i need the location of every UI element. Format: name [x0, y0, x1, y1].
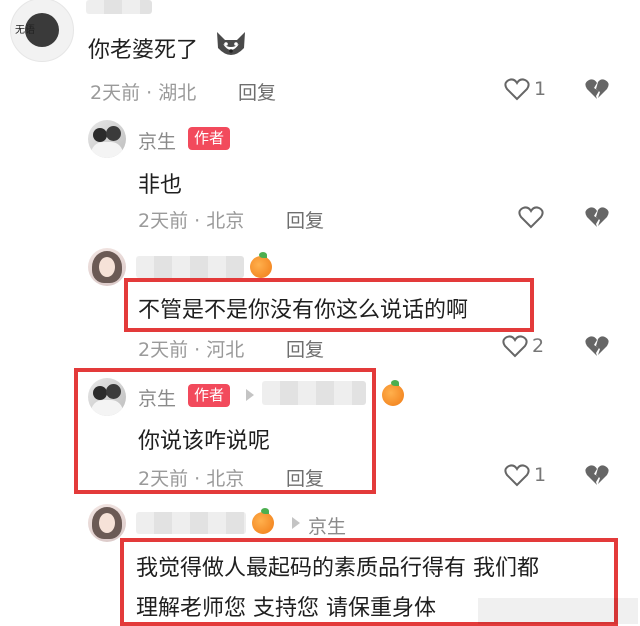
avatar-face [99, 257, 115, 277]
blurred-username [136, 256, 244, 278]
reply3-author-badge: 作者 [188, 384, 231, 407]
orange-emoji-icon [382, 380, 404, 406]
reply3-reply-button[interactable]: 回复 [286, 464, 324, 491]
top-comment-meta: 2天前 · 湖北 [90, 82, 197, 104]
avatar-head-2 [106, 126, 121, 141]
watermark [478, 598, 638, 624]
like-heart-icon[interactable] [518, 205, 544, 229]
reply2-text: 不管是不是你没有你这么说话的啊 [138, 298, 469, 323]
comment-thread: 无语 你老婆死了 2天前 · 湖北 回复 1 京生 作者 非也 2天前 · 北京… [0, 0, 640, 626]
avatar-head-1 [93, 128, 107, 142]
avatar-reply2[interactable] [88, 248, 126, 286]
reply3-author-name[interactable]: 京生 [138, 384, 176, 411]
avatar-jingsheng[interactable] [88, 378, 126, 416]
dislike-broken-heart-icon[interactable] [584, 463, 610, 487]
reply2-reply-button[interactable]: 回复 [286, 335, 324, 362]
reply4-text-line2: 理解老师您 支持您 请保重身体 [136, 596, 436, 621]
dislike-broken-heart-icon[interactable] [584, 334, 610, 358]
avatar-reply4[interactable] [88, 504, 126, 542]
reply-arrow-icon [292, 517, 300, 529]
avatar-body [91, 142, 123, 158]
reply1-reply-button[interactable]: 回复 [286, 206, 324, 233]
reply4-reply-to-name[interactable]: 京生 [308, 512, 346, 539]
orange-emoji-icon [252, 508, 274, 534]
reply-arrow-icon [246, 389, 254, 401]
avatar-jingsheng[interactable] [88, 120, 126, 158]
like-heart-icon[interactable] [504, 463, 530, 487]
dislike-broken-heart-icon[interactable] [584, 77, 610, 101]
reply3-meta: 2天前 · 北京 [138, 468, 245, 490]
reply4-text-line1: 我觉得做人最起码的素质品行得有 我们都 [136, 556, 539, 581]
reply3-text: 你说该咋说呢 [138, 429, 271, 454]
avatar-head-1 [93, 386, 107, 400]
avatar-face [99, 513, 115, 533]
reply2-meta: 2天前 · 河北 [138, 339, 245, 361]
reply1-author-badge: 作者 [188, 127, 231, 150]
husky-dog-emoji-icon [217, 32, 245, 55]
avatar-caption: 无语 [15, 25, 35, 36]
avatar-head-2 [106, 384, 121, 399]
reply2-like-count: 2 [532, 335, 545, 357]
top-comment-reply-button[interactable]: 回复 [238, 78, 276, 105]
avatar-body [91, 400, 123, 416]
like-heart-icon[interactable] [504, 77, 530, 101]
top-comment-like-count: 1 [534, 78, 547, 100]
dislike-broken-heart-icon[interactable] [584, 205, 610, 229]
top-comment-text: 你老婆死了 [88, 38, 199, 63]
reply3-like-count: 1 [534, 464, 547, 486]
like-heart-icon[interactable] [502, 334, 528, 358]
reply1-text: 非也 [138, 173, 183, 198]
blurred-username [136, 512, 246, 534]
blurred-username [86, 0, 152, 14]
blurred-username [262, 381, 366, 405]
reply1-author-name[interactable]: 京生 [138, 127, 176, 154]
orange-emoji-icon [250, 252, 272, 278]
reply1-meta: 2天前 · 北京 [138, 210, 245, 232]
avatar-top-commenter[interactable]: 无语 [10, 0, 74, 62]
